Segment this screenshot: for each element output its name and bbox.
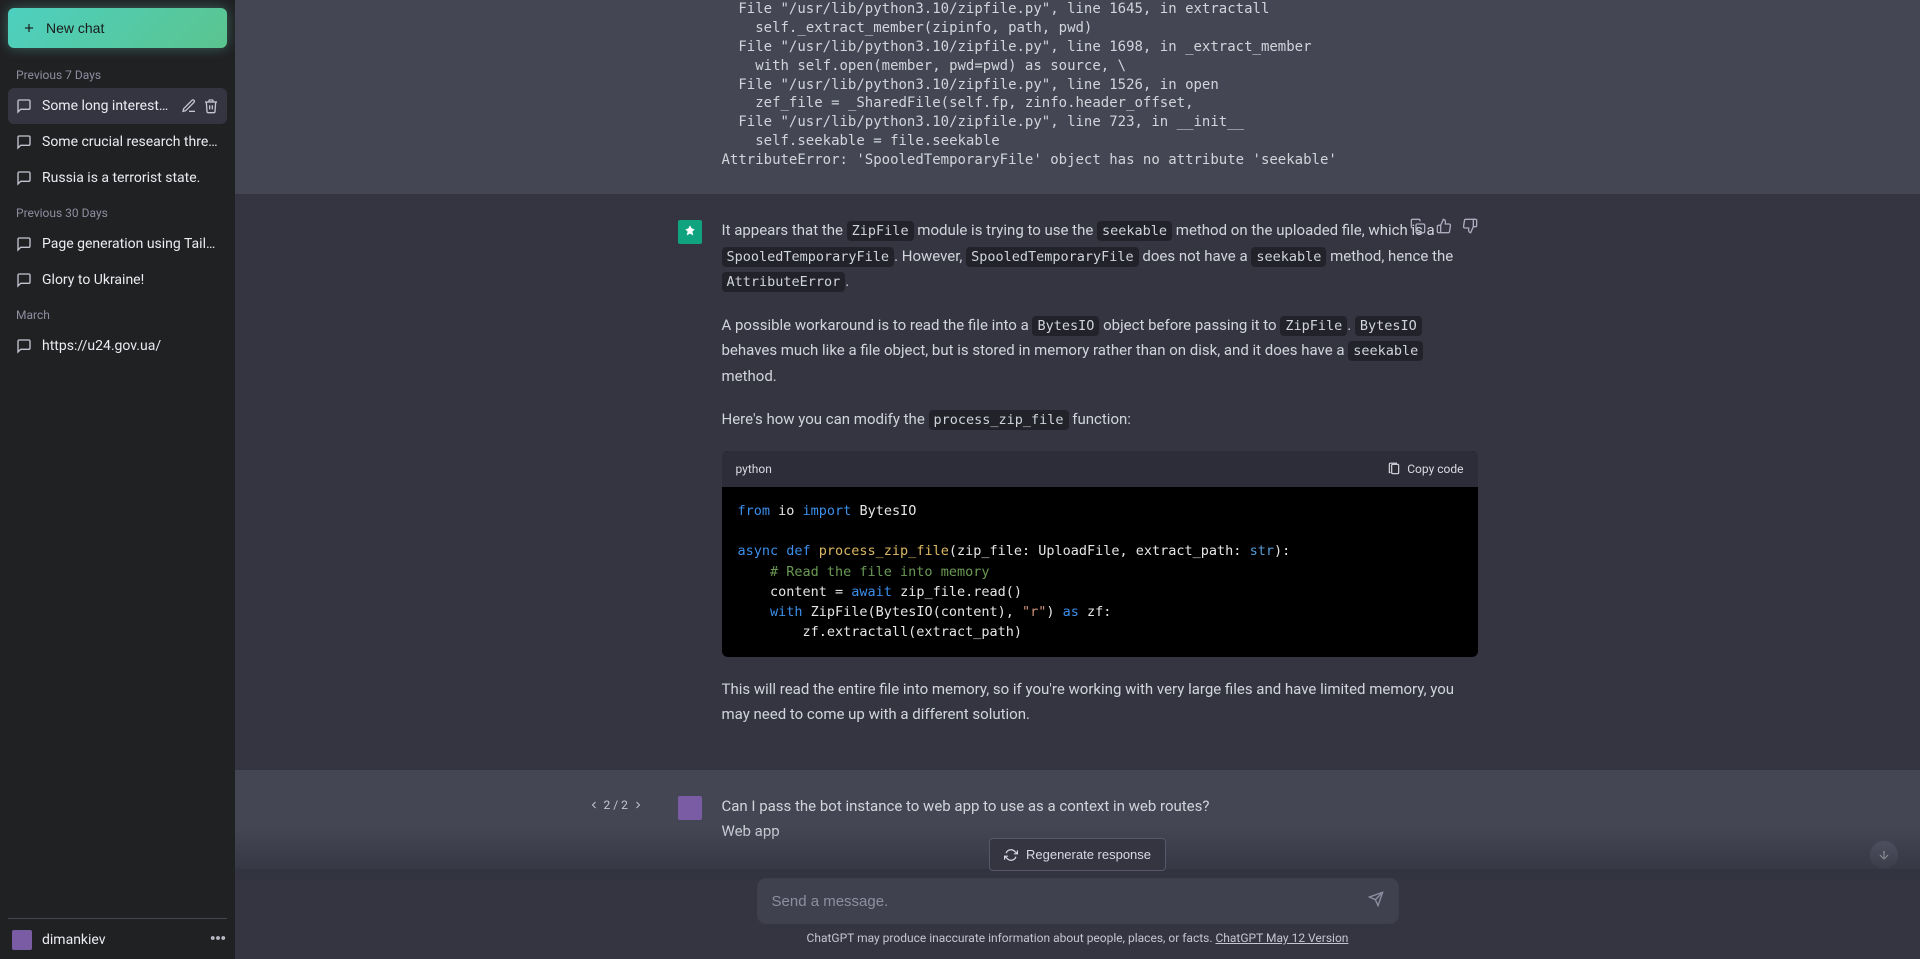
chat-item[interactable]: Russia is a terrorist state. [8,160,227,196]
message-actions [1410,218,1478,234]
chat-item[interactable]: Page generation using Tailwind CSS [8,226,227,262]
thumbs-down-icon[interactable] [1462,218,1478,234]
chat-icon [16,98,32,114]
conversation[interactable]: File "/usr/lib/python3.10/zipfile.py", l… [235,0,1920,959]
assistant-paragraph: A possible workaround is to read the fil… [722,313,1478,390]
clipboard-icon [1387,462,1401,476]
chat-item-label: Glory to Ukraine! [42,272,219,288]
sidebar: New chat Previous 7 Days Some long inter… [0,0,235,959]
section-title: Previous 7 Days [8,58,227,88]
user-avatar [678,796,702,820]
chat-icon [16,272,32,288]
send-button[interactable] [1368,891,1384,911]
copy-code-button[interactable]: Copy code [1387,459,1463,479]
more-menu-button[interactable] [209,929,227,951]
regenerate-button[interactable]: Regenerate response [989,838,1166,871]
section-title: March [8,298,227,328]
new-chat-label: New chat [46,20,104,36]
chat-list: Previous 7 Days Some long interesting th… [8,58,227,918]
version-link[interactable]: ChatGPT May 12 Version [1215,931,1348,945]
thumbs-up-icon[interactable] [1436,218,1452,234]
assistant-paragraph: Here's how you can modify the process_zi… [722,407,1478,433]
chat-item[interactable]: Glory to Ukraine! [8,262,227,298]
chat-item[interactable]: Some crucial research thread. [8,124,227,160]
code-block: python Copy code from io import BytesIO … [722,451,1478,657]
main: File "/usr/lib/python3.10/zipfile.py", l… [235,0,1920,959]
user-message: File "/usr/lib/python3.10/zipfile.py", l… [235,0,1920,194]
assistant-message: It appears that the ZipFile module is tr… [235,194,1920,770]
chevron-left-icon[interactable] [588,799,600,811]
section-title: Previous 30 Days [8,196,227,226]
plus-icon [22,21,36,35]
message-pager: 2 / 2 [588,798,644,812]
send-icon [1368,891,1384,907]
trash-icon[interactable] [203,98,219,114]
chat-icon [16,134,32,150]
code-language: python [736,459,772,479]
user-text: Can I pass the bot instance to web app t… [722,794,1478,820]
code-body: from io import BytesIO async def process… [722,487,1478,657]
chat-item-label: Page generation using Tailwind CSS [42,236,219,252]
traceback-text: File "/usr/lib/python3.10/zipfile.py", l… [722,0,1478,170]
chat-item-label: Some long interesting thread [42,98,171,114]
chat-icon [16,338,32,354]
chat-item-label: https://u24.gov.ua/ [42,338,219,354]
chat-icon [16,170,32,186]
user-name: dimankiev [42,932,199,948]
more-icon [209,929,227,947]
copy-icon[interactable] [1410,218,1426,234]
input-bar: Regenerate response ChatGPT may produce … [235,828,1920,959]
chat-item-active[interactable]: Some long interesting thread [8,88,227,124]
chat-item[interactable]: https://u24.gov.ua/ [8,328,227,364]
footer-note: ChatGPT may produce inaccurate informati… [807,931,1349,945]
new-chat-button[interactable]: New chat [8,8,227,48]
chevron-right-icon[interactable] [632,799,644,811]
sidebar-footer[interactable]: dimankiev [8,918,227,951]
chat-item-label: Russia is a terrorist state. [42,170,219,186]
chat-item-label: Some crucial research thread. [42,134,219,150]
edit-icon[interactable] [181,98,197,114]
assistant-paragraph: This will read the entire file into memo… [722,677,1478,728]
chat-icon [16,236,32,252]
message-input-row [758,879,1398,923]
openai-icon [682,224,698,240]
avatar [12,930,32,950]
refresh-icon [1004,848,1018,862]
message-input[interactable] [772,893,1368,910]
assistant-avatar [678,220,702,244]
assistant-paragraph: It appears that the ZipFile module is tr… [722,218,1478,295]
